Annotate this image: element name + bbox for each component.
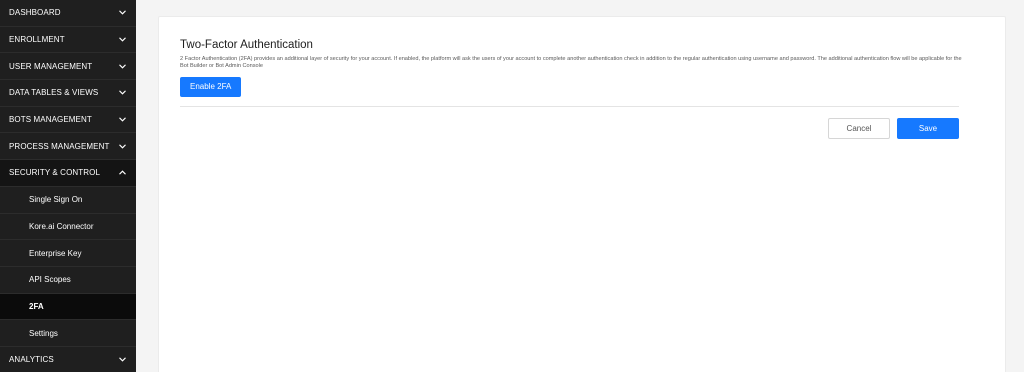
- sidebar-item-dashboard[interactable]: DASHBOARD: [0, 0, 136, 27]
- sidebar-item-label: ENROLLMENT: [9, 35, 65, 45]
- chevron-down-icon: [118, 62, 126, 70]
- sidebar-item-enrollment[interactable]: ENROLLMENT: [0, 26, 136, 54]
- sidebar-subitem-enterprise-key[interactable]: Enterprise Key: [0, 240, 136, 267]
- sidebar-item-label: SECURITY & CONTROL: [9, 168, 100, 178]
- sidebar-item-data-tables-views[interactable]: DATA TABLES & VIEWS: [0, 80, 136, 107]
- sidebar-subitem-label: Single Sign On: [29, 195, 83, 205]
- chevron-down-icon: [118, 142, 126, 150]
- sidebar-subitem-label: 2FA: [29, 301, 44, 311]
- page-description: 2 Factor Authentication (2FA) provides a…: [180, 56, 962, 70]
- sidebar-subitem-koreai-connector[interactable]: Kore.ai Connector: [0, 213, 136, 241]
- sidebar-item-user-management[interactable]: USER MANAGEMENT: [0, 53, 136, 81]
- sidebar-item-label: PROCESS MANAGEMENT: [9, 141, 110, 151]
- divider: [180, 105, 959, 107]
- sidebar-subitem-label: Kore.ai Connector: [29, 221, 94, 231]
- chevron-down-icon: [118, 9, 126, 17]
- save-button[interactable]: Save: [897, 117, 959, 139]
- sidebar-item-bots-management[interactable]: BOTS MANAGEMENT: [0, 106, 136, 134]
- chevron-down-icon: [118, 116, 126, 124]
- chevron-down-icon: [118, 89, 126, 97]
- app-window: DASHBOARD ENROLLMENT USER MANAGEMENT DAT…: [0, 0, 1024, 372]
- sidebar-subitem-label: Settings: [29, 328, 58, 338]
- sidebar-item-label: ANALYTICS: [9, 355, 54, 365]
- sidebar-subitem-single-sign-on[interactable]: Single Sign On: [0, 186, 136, 214]
- sidebar-subitem-api-scopes[interactable]: API Scopes: [0, 266, 136, 294]
- sidebar-subitem-2fa[interactable]: 2FA: [0, 293, 136, 321]
- sidebar-item-label: USER MANAGEMENT: [9, 61, 93, 71]
- sidebar-item-label: DASHBOARD: [9, 8, 61, 18]
- chevron-up-icon: [118, 169, 126, 177]
- sidebar-item-process-management[interactable]: PROCESS MANAGEMENT: [0, 133, 136, 161]
- sidebar-item-analytics[interactable]: ANALYTICS: [0, 346, 136, 372]
- sidebar-item-label: BOTS MANAGEMENT: [9, 115, 92, 125]
- sidebar-item-label: DATA TABLES & VIEWS: [9, 88, 99, 98]
- settings-card: Two-Factor Authentication 2 Factor Authe…: [158, 16, 1006, 372]
- main-content: Two-Factor Authentication 2 Factor Authe…: [136, 0, 1024, 372]
- page-title: Two-Factor Authentication: [180, 39, 313, 51]
- chevron-down-icon: [118, 356, 126, 364]
- cancel-button[interactable]: Cancel: [828, 117, 890, 139]
- sidebar: DASHBOARD ENROLLMENT USER MANAGEMENT DAT…: [0, 0, 136, 372]
- chevron-down-icon: [118, 36, 126, 44]
- sidebar-subitem-settings[interactable]: Settings: [0, 320, 136, 347]
- enable-2fa-button[interactable]: Enable 2FA: [180, 76, 242, 97]
- sidebar-subitem-label: Enterprise Key: [29, 248, 82, 258]
- form-actions: Cancel Save: [180, 117, 959, 139]
- sidebar-item-security-control[interactable]: SECURITY & CONTROL: [0, 160, 136, 187]
- sidebar-subitem-label: API Scopes: [29, 275, 71, 285]
